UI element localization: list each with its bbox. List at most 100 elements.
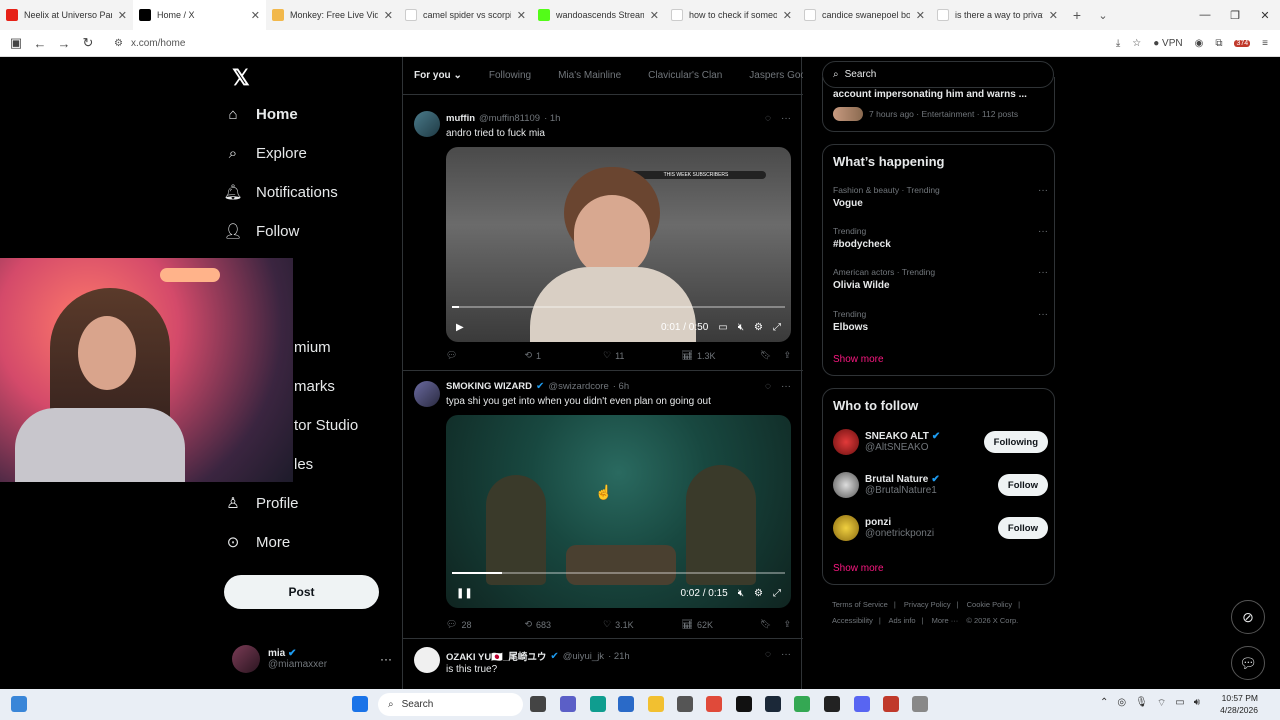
avatar[interactable] [414,381,440,407]
follow-suggestion[interactable]: ponzi @onetrickponzi Follow [833,512,1048,544]
app-icon[interactable] [736,696,752,712]
chevron-down-icon[interactable]: ⌄ [1090,9,1116,22]
menu-icon[interactable]: ≡ [1262,38,1268,49]
grok-button[interactable]: ⊘ [1231,600,1265,634]
footer-link[interactable]: More ··· [932,616,959,625]
reload-icon[interactable]: ↻ [76,35,100,51]
store-icon[interactable] [618,696,634,712]
fullscreen-icon[interactable]: ⤢ [773,588,781,599]
taskbar-search[interactable]: ⌕ Search [378,693,523,716]
nav-item-articles[interactable]: les [294,451,313,477]
tab-following[interactable]: Following [489,70,531,81]
follow-button[interactable]: Follow [997,517,1048,539]
install-icon[interactable]: ⤓ [1116,38,1120,49]
messages-button[interactable]: 💬︎ [1231,646,1265,680]
footer-link[interactable]: Cookie Policy [967,600,1012,609]
widgets-icon[interactable] [11,696,27,712]
tab-jaspers-goon[interactable]: Jaspers Goon [749,70,803,81]
obs-icon[interactable] [824,696,840,712]
share-icon[interactable]: ⇪ [783,350,791,361]
tab-mias-mainline[interactable]: Mia's Mainline [558,70,621,81]
settings-icon[interactable]: ⚙ [754,322,763,333]
footer-link[interactable]: Terms of Service [832,600,888,609]
more-icon[interactable]: ··· [380,652,392,666]
volume-icon[interactable]: 🔊︎ [1194,697,1200,710]
browser-tab[interactable]: Monkey: Free Live Video Ch✕ [266,0,399,30]
like-button[interactable]: ♡ 11 [603,350,682,361]
start-icon[interactable] [352,696,368,712]
footer-link[interactable]: Ads info [888,616,915,625]
reply-button[interactable]: 💬︎ 28 [446,619,525,630]
repost-button[interactable]: ⟲ 1 [525,350,604,361]
nav-item-bookmarks[interactable]: marks [294,373,335,399]
play-icon[interactable]: ▶ [456,322,464,333]
browser-tab[interactable]: camel spider vs scorpion - G✕ [399,0,532,30]
close-icon[interactable]: ✕ [517,9,526,22]
avatar[interactable] [414,647,440,673]
browser-tab[interactable]: candice swanepoel body - G✕ [798,0,931,30]
browser-icon[interactable] [706,696,722,712]
bookmark-star-icon[interactable]: ☆ [1132,38,1141,49]
like-button[interactable]: ♡ 3.1K [603,619,682,630]
chevron-up-icon[interactable]: ⌃ [1100,697,1108,710]
avatar[interactable] [414,111,440,137]
app-icon[interactable] [883,696,899,712]
follow-suggestion[interactable]: SNEAKO ALT ✔ @AltSNEAKO Following [833,426,1048,458]
pause-icon[interactable]: ❚❚ [456,588,473,599]
repost-button[interactable]: ⟲ 683 [525,619,604,630]
video-player[interactable]: ❚❚ 0:02 / 0:15 🔇︎ ⚙ ⤢ [446,415,791,608]
ad-block-badge[interactable]: 374 [1234,39,1251,47]
browser-tab[interactable]: how to check if someone fo✕ [665,0,798,30]
more-icon[interactable]: ··· [1038,185,1048,196]
tab-for-you[interactable]: For you ⌄ [414,70,462,81]
wifi-icon[interactable]: ⌔ [1157,697,1166,710]
browser-tab[interactable]: is there a way to private a li✕ [931,0,1064,30]
forward-icon[interactable]: → [52,36,76,51]
settings-icon[interactable]: ⚙ [754,588,763,599]
grok-icon[interactable]: ◌ [765,381,771,392]
close-icon[interactable]: ✕ [916,9,925,22]
close-icon[interactable]: ✕ [118,9,127,22]
task-view-icon[interactable] [530,696,546,712]
show-more-link[interactable]: Show more [833,354,884,365]
vpn-button[interactable]: ● VPN [1153,38,1182,49]
clock[interactable]: 10:57 PM 4/28/2026 [1220,692,1258,716]
chrome-icon[interactable] [794,696,810,712]
more-icon[interactable]: ··· [781,113,791,124]
browser-tab-active[interactable]: Home / X ✕ [133,0,266,30]
close-icon[interactable]: ✕ [1049,9,1058,22]
close-icon[interactable]: ✕ [384,9,393,22]
video-player[interactable]: THIS WEEK SUBSCRIBERS ▶ 0:01 / 0:50 ▭ 🔇︎… [446,147,791,342]
new-tab-button[interactable]: + [1064,7,1090,23]
tweet[interactable]: OZAKI YU🇯🇵_尾崎ユウ ✔ @uiyui_jk · 21h ◌ ··· i… [403,639,803,689]
tweet[interactable]: SMOKING WIZARD ✔ @swizardcore · 6h ◌ ··· … [403,371,803,639]
share-icon[interactable]: ⇪ [783,619,791,630]
trend-item[interactable]: Fashion & beauty · Trending Vogue ··· [833,185,1048,209]
bookmark-icon[interactable]: 🔖︎ [760,350,771,361]
teams-icon[interactable] [560,696,576,712]
footer-link[interactable]: Accessibility [832,616,873,625]
footer-link[interactable]: Privacy Policy [904,600,951,609]
video-progress-bar[interactable] [452,572,785,574]
tweet[interactable]: muffin @muffin81109 · 1h ◌ ··· andro trie… [403,101,803,371]
more-icon[interactable]: ··· [1038,267,1048,278]
account-switcher[interactable]: mia ✔ @miamaxxer ··· [232,642,392,676]
mute-icon[interactable]: 🔇︎ [738,322,744,333]
views-button[interactable]: 📊︎ 62K [682,619,761,630]
nav-item-profile[interactable]: ♙ Profile [224,490,298,516]
profile-icon[interactable]: ◉ [1195,38,1204,49]
nav-item-explore[interactable]: ⌕ Explore [224,140,307,166]
maximize-icon[interactable]: ❐ [1220,0,1250,30]
browser-tab[interactable]: Neelix at Universo Paralello✕ [0,0,133,30]
x-logo-icon[interactable]: 𝕏 [232,65,250,91]
more-icon[interactable]: ··· [1038,226,1048,237]
bookmark-icon[interactable]: 🔖︎ [760,619,771,630]
nav-item-notifications[interactable]: 🔔︎ Notifications [223,179,337,205]
post-button[interactable]: Post [224,575,379,609]
nav-item-follow[interactable]: 👤︎ Follow [223,218,299,244]
back-icon[interactable]: ← [28,36,52,51]
more-icon[interactable]: ··· [1038,309,1048,320]
more-icon[interactable]: ··· [781,381,791,392]
network-icon[interactable]: ◎ [1117,697,1126,710]
follow-button[interactable]: Follow [997,474,1048,496]
